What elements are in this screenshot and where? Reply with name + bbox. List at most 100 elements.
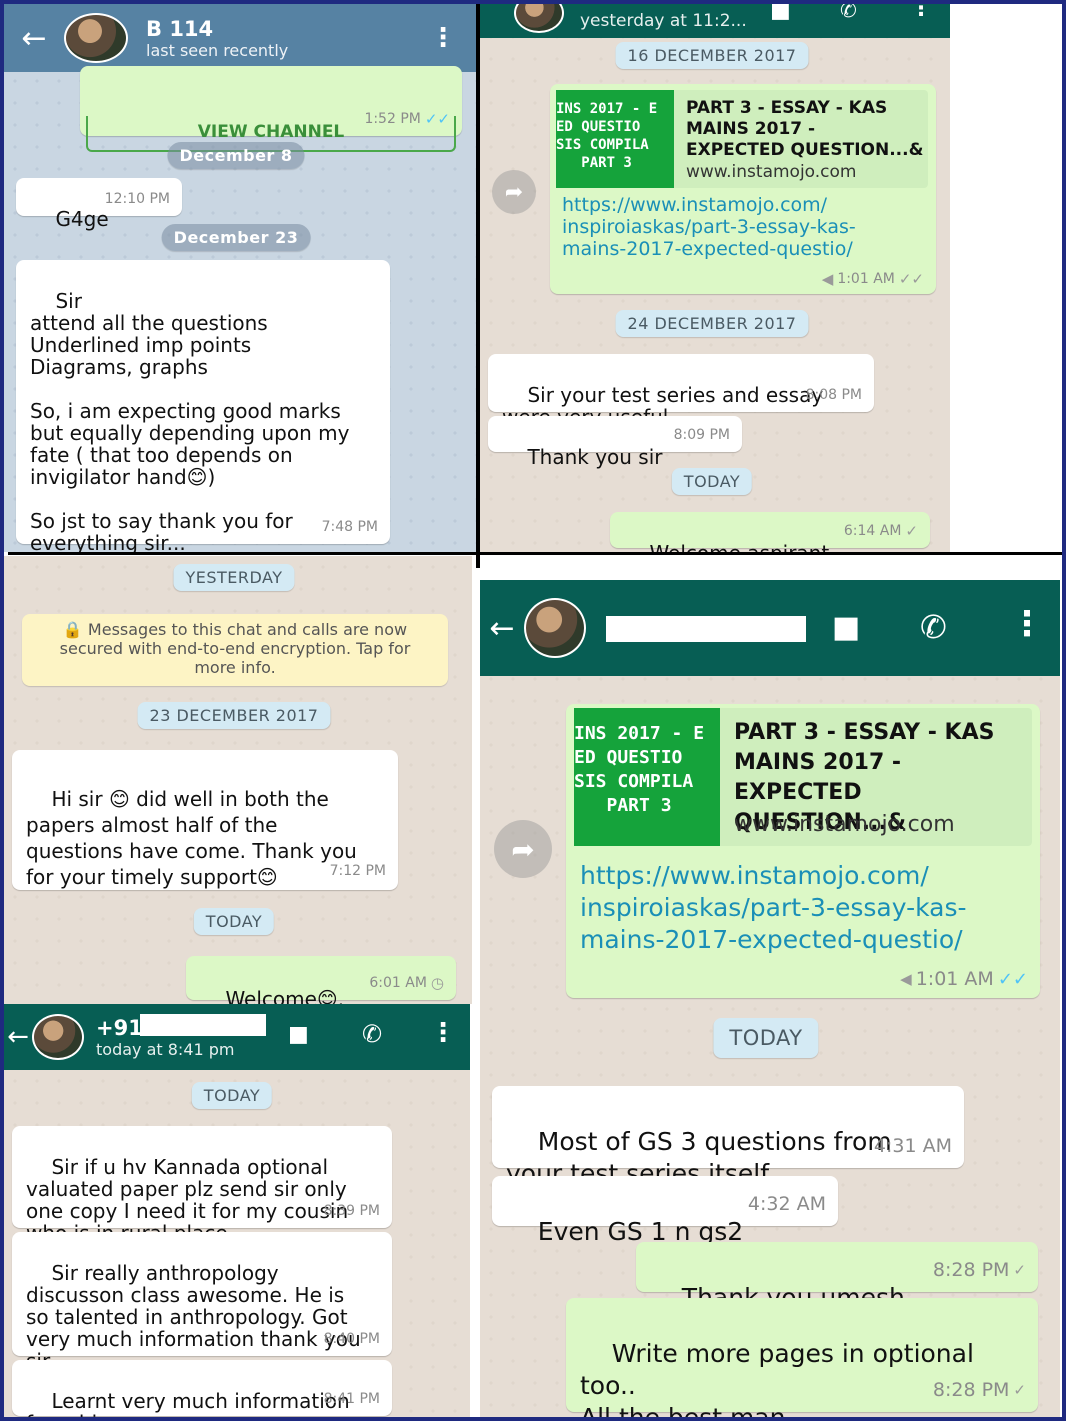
- link-preview-card[interactable]: INS 2017 - E ED QUESTIO SIS COMPILA PART…: [556, 90, 928, 188]
- preview-thumbnail: INS 2017 - E ED QUESTIO SIS COMPILA PART…: [556, 90, 674, 188]
- incoming-message: Hi sir 😊 did well in both the papers alm…: [12, 750, 398, 890]
- message-text: Write more pages in optional too.. All t…: [580, 1339, 974, 1421]
- forward-icon[interactable]: ➦: [494, 820, 552, 878]
- date-chip: TODAY: [193, 908, 275, 935]
- date-chip: TODAY: [191, 1082, 273, 1109]
- message-text: G4ge: [55, 207, 109, 231]
- message-time: 6:01 AM: [369, 975, 427, 991]
- double-tick-icon: ✓✓: [898, 270, 924, 288]
- clock-icon: ◷: [430, 974, 444, 992]
- forward-icon[interactable]: ➦: [492, 170, 536, 214]
- incoming-message: G4ge 12:10 PM: [16, 178, 182, 230]
- panel-whatsapp-chat-5: ← ■ ✆ ⋮ ➦ INS 2017 - E ED QUESTIO SIS CO…: [480, 580, 1060, 1421]
- panel-whatsapp-chat-3: YESTERDAY 🔒 Messages to this chat and ca…: [4, 556, 472, 1004]
- chat-header: ← +91 today at 8:41 pm ■ ✆ ⋮: [4, 1004, 470, 1070]
- message-time: 12:10 PM: [104, 191, 170, 207]
- link-preview-message[interactable]: INS 2017 - E ED QUESTIO SIS COMPILA PART…: [566, 704, 1040, 998]
- kebab-menu-icon[interactable]: ⋮: [430, 1018, 456, 1048]
- redacted-contact-name: [606, 616, 806, 642]
- phone-icon[interactable]: ✆: [920, 608, 947, 646]
- message-time: 8:41 PM: [323, 1391, 380, 1407]
- message-time: 8:09 PM: [673, 427, 730, 443]
- double-tick-icon: ✓✓: [424, 110, 450, 128]
- message-text: Welcome aspirant: [649, 541, 829, 552]
- incoming-message: Thank you sir 8:09 PM: [488, 416, 742, 468]
- outgoing-message: Welcome😊. 6:01 AM ◷: [186, 956, 456, 1004]
- message-time: 1:01 AM: [915, 968, 994, 990]
- link-preview-card[interactable]: INS 2017 - E ED QUESTIO SIS COMPILA PART…: [574, 708, 1032, 846]
- date-chip: December 8: [167, 142, 305, 169]
- message-time: 7:12 PM: [329, 863, 386, 879]
- message-time: 1:52 PM: [364, 111, 421, 127]
- message-link[interactable]: https://www.instamojo.com/ inspiroiaskas…: [580, 860, 967, 956]
- date-chip: 16 DECEMBER 2017: [615, 42, 809, 69]
- message-time: 8:28 PM: [932, 1379, 1010, 1401]
- encryption-notice[interactable]: 🔒 Messages to this chat and calls are no…: [22, 614, 448, 686]
- single-tick-icon: ✓: [1013, 1261, 1026, 1279]
- divider: [480, 552, 1066, 555]
- date-chip: 24 DECEMBER 2017: [615, 310, 809, 337]
- video-call-icon[interactable]: ■: [288, 1022, 309, 1047]
- preview-title: PART 3 - ESSAY - KAS MAINS 2017 - EXPECT…: [686, 98, 924, 160]
- message-text: Learnt very much information from him: [26, 1389, 350, 1421]
- avatar[interactable]: [524, 598, 586, 658]
- view-channel-message: VIEW CHANNEL 1:52 PM ✓✓: [80, 66, 462, 152]
- date-chip: TODAY: [713, 1018, 819, 1058]
- message-text: Thank you sir: [527, 445, 663, 469]
- incoming-message: Learnt very much information from him 8:…: [12, 1360, 392, 1421]
- chat-status: today at 8:41 pm: [96, 1039, 235, 1059]
- video-call-icon[interactable]: ■: [832, 610, 860, 645]
- date-chip: 23 DECEMBER 2017: [137, 702, 331, 729]
- message-time: 1:01 AM: [837, 271, 895, 287]
- arrow-left-icon[interactable]: ←: [480, 580, 524, 676]
- avatar[interactable]: [32, 1014, 84, 1060]
- incoming-message: Even GS 1 n gs2 4:32 AM: [492, 1176, 838, 1246]
- panel-telegram-chat: ← B 114 last seen recently ⋮ VIEW CHANNE…: [4, 4, 476, 552]
- incoming-message: Sir if u hv Kannada optional valuated pa…: [12, 1126, 392, 1244]
- avatar[interactable]: [64, 13, 128, 63]
- voice-icon: ◀: [900, 970, 912, 988]
- message-link[interactable]: https://www.instamojo.com/ inspiroiaskas…: [562, 194, 856, 260]
- date-chip: TODAY: [671, 468, 753, 495]
- outgoing-message: Welcome aspirant 6:14 AM✓: [610, 512, 930, 552]
- incoming-message: Sir your test series and essay were very…: [488, 354, 874, 428]
- video-call-icon[interactable]: ■: [770, 4, 791, 23]
- avatar[interactable]: [514, 4, 564, 33]
- message-text: Sir attend all the questions Underlined …: [30, 289, 350, 552]
- arrow-left-icon[interactable]: ←: [4, 4, 64, 72]
- divider: [8, 552, 476, 555]
- double-tick-icon: ✓✓: [997, 968, 1028, 990]
- redacted-number: [140, 1014, 266, 1036]
- panel-whatsapp-chat-4: ← +91 today at 8:41 pm ■ ✆ ⋮ TODAY Sir i…: [4, 1004, 470, 1421]
- message-time: 8:40 PM: [323, 1331, 380, 1347]
- message-time: 8:39 PM: [323, 1203, 380, 1219]
- divider: [476, 4, 480, 568]
- preview-domain: www.instamojo.com: [686, 162, 857, 182]
- date-chip: December 23: [161, 224, 311, 251]
- kebab-menu-icon[interactable]: ⋮: [910, 4, 932, 21]
- message-time: 8:28 PM: [932, 1259, 1010, 1281]
- message-text: Sir really anthropology discusson class …: [26, 1261, 361, 1372]
- link-preview-message[interactable]: INS 2017 - E ED QUESTIO SIS COMPILA PART…: [550, 84, 936, 294]
- date-chip: YESTERDAY: [173, 564, 295, 591]
- kebab-menu-icon[interactable]: ⋮: [1010, 604, 1044, 644]
- message-time: 8:08 PM: [805, 387, 862, 403]
- phone-icon[interactable]: ✆: [362, 1020, 382, 1048]
- message-time: 7:48 PM: [321, 519, 378, 535]
- outgoing-message: Write more pages in optional too.. All t…: [566, 1298, 1038, 1421]
- preview-domain: www.instamojo.com: [734, 812, 955, 837]
- kebab-menu-icon[interactable]: ⋮: [430, 23, 456, 53]
- panel-whatsapp-chat-2: yesterday at 11:2... ■ ✆ ⋮ 16 DECEMBER 2…: [480, 4, 950, 552]
- incoming-message: Sir attend all the questions Underlined …: [16, 260, 390, 552]
- message-time: 4:32 AM: [747, 1193, 826, 1215]
- chat-header: ← B 114 last seen recently ⋮: [4, 4, 476, 72]
- phone-icon[interactable]: ✆: [840, 4, 857, 22]
- message-text: Welcome😊.: [225, 987, 345, 1004]
- arrow-left-icon[interactable]: ←: [4, 1004, 32, 1070]
- incoming-message: Most of GS 3 questions from your test se…: [492, 1086, 964, 1188]
- message-time: 4:31 AM: [873, 1135, 952, 1157]
- chat-status: yesterday at 11:2...: [580, 11, 747, 31]
- message-time: 6:14 AM: [843, 523, 902, 539]
- voice-icon: ◀: [821, 270, 834, 288]
- chat-status: last seen recently: [146, 40, 289, 60]
